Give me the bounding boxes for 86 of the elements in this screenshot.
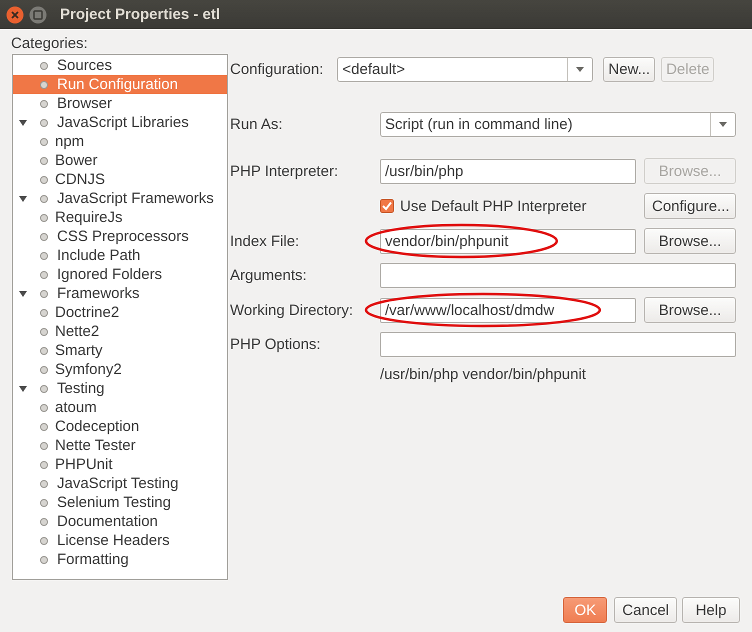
close-icon[interactable]: [6, 6, 24, 24]
bullet-icon: [40, 214, 48, 222]
command-preview: /usr/bin/php vendor/bin/phpunit: [380, 366, 587, 383]
field-label: Arguments:: [230, 267, 308, 284]
category-item[interactable]: Sources: [13, 56, 227, 75]
bullet-icon: [40, 80, 48, 88]
bullet-icon: [40, 518, 48, 526]
field-label: Index File:: [230, 232, 300, 250]
bullet-icon: [40, 156, 48, 164]
category-item[interactable]: JavaScript Libraries: [13, 113, 227, 132]
checkbox-label: Use Default PHP Interpreter: [400, 198, 586, 214]
category-item[interactable]: Ignored Folders: [13, 265, 227, 284]
bullet-icon: [40, 252, 48, 260]
configuration-dropdown[interactable]: <default>: [337, 57, 594, 82]
expanded-arrow-icon[interactable]: [18, 384, 28, 394]
browse-button[interactable]: Browse...: [644, 297, 736, 323]
bullet-icon: [40, 498, 48, 506]
category-item[interactable]: RequireJs: [13, 208, 227, 227]
category-item[interactable]: Nette2: [13, 322, 227, 341]
category-item[interactable]: Testing: [13, 379, 227, 398]
expanded-arrow-icon[interactable]: [18, 194, 28, 204]
category-item[interactable]: Selenium Testing: [13, 493, 227, 512]
configuration-label: Configuration:: [230, 61, 324, 78]
bullet-icon: [40, 232, 48, 240]
input-field[interactable]: vendor/bin/phpunit: [380, 228, 636, 254]
help-button[interactable]: Help: [682, 597, 740, 623]
bullet-icon: [40, 118, 48, 126]
input-field[interactable]: /var/www/localhost/dmdw: [380, 298, 636, 322]
category-item[interactable]: JavaScript Testing: [13, 474, 227, 493]
checkbox[interactable]: [380, 199, 394, 213]
bullet-icon: [40, 480, 48, 488]
bullet-icon: [40, 62, 48, 70]
category-item[interactable]: Nette Tester: [13, 436, 227, 455]
category-item[interactable]: Symfony2: [13, 360, 227, 379]
bullet-icon: [40, 404, 48, 412]
category-item[interactable]: Include Path: [13, 246, 227, 265]
category-item[interactable]: Documentation: [13, 512, 227, 531]
bullet-icon: [40, 138, 48, 146]
configure-button[interactable]: Configure...: [644, 193, 736, 219]
input-field[interactable]: [380, 332, 736, 357]
category-item[interactable]: Frameworks: [13, 284, 227, 303]
new-button[interactable]: New...: [603, 57, 656, 82]
dropdown-arrow-icon[interactable]: [719, 122, 727, 127]
field-label: PHP Interpreter:: [230, 162, 340, 180]
category-item[interactable]: Doctrine2: [13, 303, 227, 322]
category-item[interactable]: npm: [13, 132, 227, 151]
cancel-button[interactable]: Cancel: [614, 597, 677, 623]
bullet-icon: [40, 384, 48, 392]
maximize-icon[interactable]: [29, 6, 47, 24]
category-item[interactable]: Bower: [13, 151, 227, 170]
bullet-icon: [40, 176, 48, 184]
expanded-arrow-icon[interactable]: [18, 288, 28, 298]
input-field[interactable]: /usr/bin/php: [380, 158, 636, 184]
bullet-icon: [40, 442, 48, 450]
window-title: Project Properties - etl: [60, 6, 220, 23]
browse-button[interactable]: Browse...: [644, 228, 736, 254]
bullet-icon: [40, 536, 48, 544]
run-as-dropdown[interactable]: Script (run in command line): [380, 112, 736, 137]
bullet-icon: [40, 422, 48, 430]
bullet-icon: [40, 194, 48, 202]
bullet-icon: [40, 270, 48, 278]
category-item[interactable]: License Headers: [13, 531, 227, 550]
bullet-icon: [40, 346, 48, 354]
expanded-arrow-icon[interactable]: [18, 118, 28, 128]
category-item[interactable]: atoum: [13, 398, 227, 417]
category-item[interactable]: PHPUnit: [13, 455, 227, 474]
field-label: Working Directory:: [230, 302, 354, 318]
bullet-icon: [40, 328, 48, 336]
category-item[interactable]: CDNJS: [13, 170, 227, 189]
bullet-icon: [40, 556, 48, 564]
categories-label: Categories:: [10, 34, 89, 54]
category-item[interactable]: CSS Preprocessors: [13, 227, 227, 246]
bullet-icon: [40, 366, 48, 374]
bullet-icon: [40, 100, 48, 108]
category-item[interactable]: Smarty: [13, 341, 227, 360]
field-label: Run As:: [230, 116, 284, 133]
field-label: PHP Options:: [230, 336, 322, 353]
dropdown-arrow-icon[interactable]: [576, 67, 584, 72]
input-field[interactable]: [380, 263, 736, 288]
category-item[interactable]: JavaScript Frameworks: [13, 189, 227, 208]
bullet-icon: [40, 460, 48, 468]
bullet-icon: [40, 290, 48, 298]
bullet-icon: [40, 308, 48, 316]
category-item[interactable]: Browser: [13, 94, 227, 113]
category-item[interactable]: Formatting: [13, 550, 227, 569]
category-item[interactable]: Codeception: [13, 417, 227, 436]
